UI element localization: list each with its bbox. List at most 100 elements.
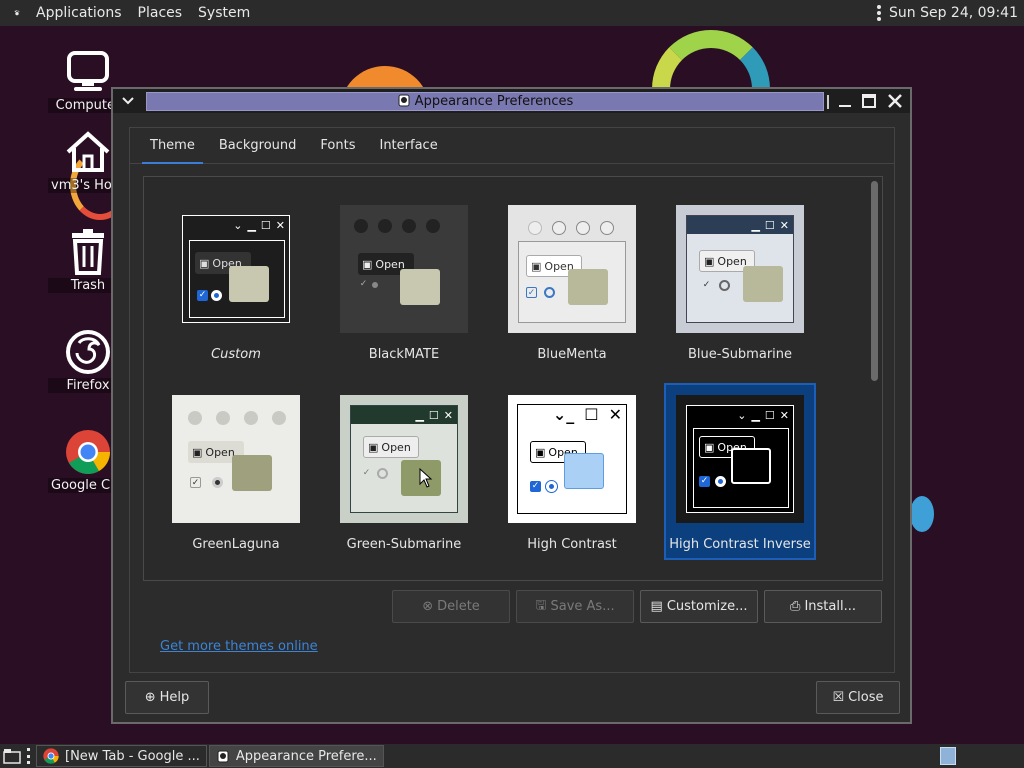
preview-titlebar <box>508 205 636 235</box>
theme-preview: ▁ ☐ ✕ ▣ Open ✓ <box>340 395 468 523</box>
radio-icon <box>372 282 378 288</box>
delete-button[interactable]: ⊗ Delete <box>392 590 510 623</box>
theme-item-high-contrast[interactable]: ⌄_ ☐ ✕ ▣ Open ✓ High Contrast <box>496 395 648 552</box>
trash-icon <box>64 228 112 276</box>
radio-icon <box>545 480 558 493</box>
radio-icon <box>211 290 222 301</box>
firefox-icon <box>64 328 112 376</box>
save-as-button[interactable]: 🖫 Save As... <box>516 590 634 623</box>
customize-button[interactable]: ▤ Customize... <box>640 590 758 623</box>
window-menu-button[interactable] <box>113 89 143 113</box>
customize-icon: ▤ <box>650 599 663 614</box>
radio-icon <box>719 280 730 291</box>
close-window-button[interactable] <box>885 91 905 111</box>
folder-icon <box>400 269 440 305</box>
minimize-button[interactable] <box>835 91 855 111</box>
theme-item-high-contrast-inverse[interactable]: ⌄ ▁ ☐ ✕ ▣ Open ✓ High Contrast Inverse <box>664 383 816 560</box>
vertical-scrollbar[interactable] <box>871 181 878 381</box>
theme-preview: ⌄_ ☐ ✕ ▣ Open ✓ <box>508 395 636 523</box>
gnome-foot-icon[interactable] <box>6 2 28 24</box>
tab-interface[interactable]: Interface <box>367 138 449 163</box>
help-icon: ⊕ <box>144 690 156 705</box>
titlebar: Appearance Preferences <box>113 89 910 113</box>
title-strip[interactable]: Appearance Preferences <box>146 92 824 111</box>
preview-titlebar: ▁ ☐ ✕ <box>687 216 793 234</box>
theme-item-bluementa[interactable]: ▣ Open ✓ BlueMenta <box>496 205 648 362</box>
preview-window: ▁ ☐ ✕ ▣ Open ✓ <box>686 215 794 323</box>
theme-item-greenlaguna[interactable]: ▣ Open ✓ GreenLaguna <box>160 395 312 552</box>
task-appearance[interactable]: Appearance Prefere... <box>208 745 384 767</box>
preview-open-button: ▣ Open <box>363 436 419 458</box>
check-icon: ✓ <box>702 280 711 290</box>
tab-fonts[interactable]: Fonts <box>308 138 367 163</box>
top-panel: Applications Places System Sun Sep 24, 0… <box>0 0 1024 26</box>
appearance-icon <box>217 750 229 763</box>
task-chrome[interactable]: [New Tab - Google ... <box>36 745 207 767</box>
preview-window: ⌄ ▁ ☐ ✕ ▣ Open ✓ <box>182 215 290 323</box>
tab-bar: Theme Background Fonts Interface <box>130 128 894 164</box>
check-icon: ✓ <box>530 481 541 492</box>
theme-name: Green-Submarine <box>346 537 462 552</box>
tab-background[interactable]: Background <box>207 138 309 163</box>
tab-theme[interactable]: Theme <box>138 138 207 164</box>
taskbar-handle-icon[interactable] <box>24 748 32 764</box>
menu-applications[interactable]: Applications <box>28 5 130 21</box>
radio-icon <box>715 476 726 487</box>
theme-item-green-submarine[interactable]: ▁ ☐ ✕ ▣ Open ✓ Green-Submarine <box>328 395 480 552</box>
folder-icon <box>743 266 783 302</box>
appearance-preferences-window: Appearance Preferences Theme Background … <box>111 87 912 724</box>
overflow-icon[interactable] <box>877 5 882 21</box>
theme-preview: ▣ Open ✓ <box>340 205 468 333</box>
theme-name: BlackMATE <box>368 347 440 362</box>
preview-titlebar: ⌄ ▁ ☐ ✕ <box>737 408 789 422</box>
workspace-switcher[interactable] <box>940 747 956 765</box>
theme-item-blackmate[interactable]: ▣ Open ✓ BlackMATE <box>328 205 480 362</box>
bottom-taskbar: [New Tab - Google ... Appearance Prefere… <box>0 744 1024 768</box>
folder-icon <box>568 269 608 305</box>
theme-name: High Contrast Inverse <box>669 537 811 552</box>
theme-name: GreenLaguna <box>192 537 280 552</box>
check-icon: ✓ <box>526 287 537 298</box>
theme-item-custom[interactable]: ⌄ ▁ ☐ ✕ ▣ Open ✓ Custom <box>160 205 312 362</box>
theme-list[interactable]: ⌄ ▁ ☐ ✕ ▣ Open ✓ Custom ▣ Open ✓ BlackMA… <box>143 176 883 581</box>
preview-window: ▁ ☐ ✕ ▣ Open ✓ <box>350 405 458 513</box>
delete-icon: ⊗ <box>422 599 434 614</box>
monitor-icon <box>64 48 112 96</box>
check-icon: ✓ <box>362 468 371 478</box>
chrome-icon <box>43 748 59 764</box>
top-right-area: Sun Sep 24, 09:41 <box>877 5 1024 21</box>
menu-places[interactable]: Places <box>130 5 191 21</box>
check-icon: ✓ <box>359 279 368 289</box>
radio-icon <box>212 477 223 488</box>
preview-titlebar: ⌄ ▁ ☐ ✕ <box>233 218 285 232</box>
preview-window: ⌄ ▁ ☐ ✕ ▣ Open ✓ <box>686 405 794 513</box>
chrome-icon <box>64 428 112 476</box>
folder-icon <box>564 453 604 489</box>
preview-titlebar <box>340 205 468 233</box>
preview-window: ▣ Open ✓ <box>340 205 468 333</box>
title-separator <box>827 95 829 109</box>
appearance-icon <box>397 93 411 111</box>
theme-item-blue-submarine[interactable]: ▁ ☐ ✕ ▣ Open ✓ Blue-Submarine <box>664 205 816 362</box>
close-button[interactable]: ☒ Close <box>816 681 900 714</box>
task-label: [New Tab - Google ... <box>65 748 200 764</box>
check-icon: ✓ <box>190 477 201 488</box>
theme-name: Custom <box>211 347 261 362</box>
close-icon: ☒ <box>832 690 845 705</box>
maximize-button[interactable] <box>859 91 879 111</box>
top-menu: Applications Places System <box>0 2 258 24</box>
install-icon: ⎙ <box>790 599 801 614</box>
theme-action-buttons: ⊗ Delete 🖫 Save As... ▤ Customize... ⎙ I… <box>392 590 882 623</box>
dialog-content: Theme Background Fonts Interface ⌄ ▁ ☐ ✕ ▣ … <box>129 127 895 673</box>
radio-icon <box>377 468 388 479</box>
check-icon: ✓ <box>699 476 710 487</box>
menu-system[interactable]: System <box>190 5 258 21</box>
clock[interactable]: Sun Sep 24, 09:41 <box>889 5 1018 21</box>
task-label: Appearance Prefere... <box>235 748 377 764</box>
theme-name: High Contrast <box>527 537 617 552</box>
home-icon <box>64 128 112 176</box>
install-button[interactable]: ⎙ Install... <box>764 590 882 623</box>
help-button[interactable]: ⊕ Help <box>125 681 209 714</box>
show-desktop-icon[interactable] <box>0 745 24 767</box>
get-more-themes-link[interactable]: Get more themes online <box>160 639 318 654</box>
